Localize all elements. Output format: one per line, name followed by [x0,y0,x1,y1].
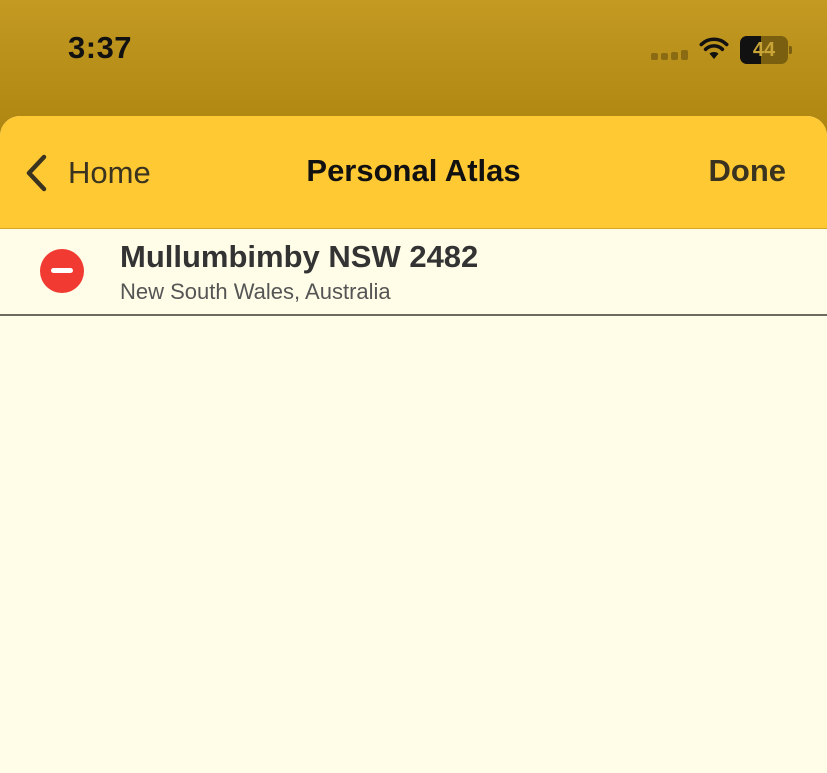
page-title: Personal Atlas [306,153,521,188]
location-list: Mullumbimby NSW 2482 New South Wales, Au… [0,229,827,316]
nav-bar: Home Personal Atlas Done [0,116,827,229]
item-subtitle: New South Wales, Australia [120,279,391,304]
battery-body: 44 [740,36,788,64]
done-button[interactable]: Done [709,153,787,189]
delete-bar [51,268,73,273]
minus-circle-icon[interactable] [40,249,84,293]
wifi-icon [699,37,729,59]
battery-icon: 44 [740,36,792,64]
status-time: 3:37 [68,30,133,65]
cellular-signal-icon [651,50,688,60]
list-item[interactable]: Mullumbimby NSW 2482 New South Wales, Au… [0,229,827,316]
sheet: Home Personal Atlas Done Mullumbimby NSW… [0,116,827,773]
battery-level: 44 [752,39,776,61]
battery-nub [789,46,792,54]
item-title: Mullumbimby NSW 2482 [120,239,479,274]
